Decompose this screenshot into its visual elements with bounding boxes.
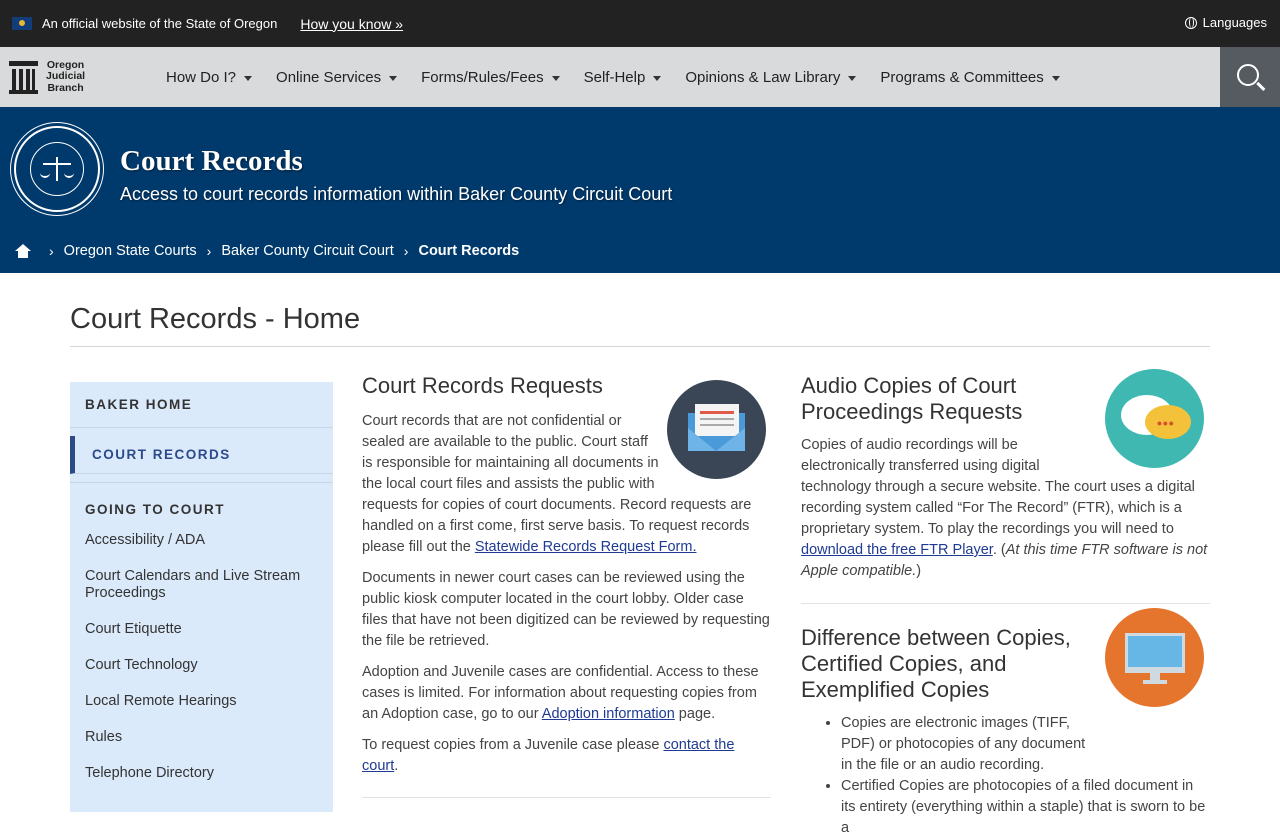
paragraph: Adoption and Juvenile cases are confiden… — [362, 664, 759, 722]
nav-item-self-help[interactable]: Self-Help — [584, 69, 662, 86]
chevron-down-icon — [1051, 75, 1060, 81]
official-text: An official website of the State of Oreg… — [42, 16, 278, 31]
chevron-right-icon: › — [403, 243, 409, 259]
chevron-down-icon — [848, 75, 857, 81]
chevron-down-icon — [551, 75, 560, 81]
chevron-down-icon — [653, 75, 662, 81]
sidebar-item-accessibility[interactable]: Accessibility / ADA — [85, 532, 318, 549]
paragraph: To request copies from a Juvenile case p… — [362, 737, 735, 774]
chevron-right-icon: › — [49, 243, 54, 259]
sidebar-group-going-to-court[interactable]: GOING TO COURT — [70, 483, 333, 517]
sidebar-item-court-etiquette[interactable]: Court Etiquette — [85, 621, 318, 638]
divider — [801, 603, 1210, 604]
nav-item-forms-rules-fees[interactable]: Forms/Rules/Fees — [421, 69, 560, 86]
oregon-flag-icon — [12, 17, 32, 30]
nav-item-opinions-law-library[interactable]: Opinions & Law Library — [685, 69, 857, 86]
sidebar-item-rules[interactable]: Rules — [85, 729, 318, 746]
languages-button[interactable]: Languages — [1184, 15, 1267, 30]
sidebar-item-court-technology[interactable]: Court Technology — [85, 657, 318, 674]
nav-item-programs-committees[interactable]: Programs & Committees — [880, 69, 1060, 86]
breadcrumb: › Oregon State Courts › Baker County Cir… — [15, 243, 519, 259]
main-nav: Oregon Judicial Branch How Do I? Online … — [0, 47, 1280, 107]
sidebar-item-court-calendars[interactable]: Court Calendars and Live Stream Proceedi… — [85, 568, 318, 602]
divider — [362, 797, 771, 798]
envelope-icon — [667, 380, 766, 479]
sidebar-item-baker-home[interactable]: BAKER HOME — [70, 382, 333, 428]
ojd-logo[interactable]: Oregon Judicial Branch — [0, 58, 166, 95]
nav-item-how-do-i[interactable]: How Do I? — [166, 69, 253, 86]
monitor-icon — [1105, 608, 1204, 707]
breadcrumb-oregon-state-courts[interactable]: Oregon State Courts — [64, 243, 197, 259]
list-item: Copies are electronic images (TIFF, PDF)… — [841, 713, 1210, 776]
download-ftr-player-link[interactable]: download the free FTR Player — [801, 542, 993, 558]
sidebar-item-court-records[interactable]: COURT RECORDS — [70, 436, 333, 474]
list-item: Certified Copies are photocopies of a fi… — [841, 776, 1210, 839]
chevron-down-icon — [244, 75, 253, 81]
languages-label: Languages — [1202, 15, 1267, 30]
header-title: Court Records — [120, 145, 303, 177]
breadcrumb-current: Court Records — [418, 243, 520, 259]
globe-icon — [1184, 16, 1197, 29]
page-title: Court Records - Home — [70, 303, 361, 335]
header-subtitle: Access to court records information with… — [120, 184, 673, 204]
judicial-department-seal-icon — [14, 126, 100, 212]
search-button[interactable] — [1220, 47, 1280, 107]
breadcrumb-baker-county[interactable]: Baker County Circuit Court — [221, 243, 393, 259]
sidebar: BAKER HOME COURT RECORDS GOING TO COURT … — [70, 382, 333, 812]
official-banner: An official website of the State of Oreg… — [0, 0, 1280, 47]
right-column: ••• Audio Copies of Court Proceedings Re… — [801, 369, 1210, 839]
home-icon[interactable] — [15, 244, 31, 258]
sidebar-item-local-remote-hearings[interactable]: Local Remote Hearings — [85, 693, 318, 710]
logo-text: Oregon Judicial Branch — [46, 58, 86, 94]
nav-menu: How Do I? Online Services Forms/Rules/Fe… — [166, 69, 1084, 86]
chevron-down-icon — [389, 75, 398, 81]
how-you-know-link[interactable]: How you know » — [300, 16, 403, 32]
search-icon — [1236, 63, 1259, 86]
records-request-form-link[interactable]: Statewide Records Request Form. — [475, 539, 697, 555]
paragraph: Documents in newer court cases can be re… — [362, 570, 770, 649]
copies-list: Copies are electronic images (TIFF, PDF)… — [801, 713, 1210, 839]
nav-item-online-services[interactable]: Online Services — [276, 69, 398, 86]
divider — [70, 346, 1210, 347]
chevron-right-icon: › — [206, 243, 212, 259]
records-requests-section: Court Records Requests Court records tha… — [362, 373, 771, 798]
chat-bubbles-icon: ••• — [1105, 369, 1204, 468]
sidebar-links: Accessibility / ADA Court Calendars and … — [70, 532, 333, 782]
courthouse-pillar-icon — [9, 60, 38, 94]
adoption-information-link[interactable]: Adoption information — [542, 706, 675, 722]
sidebar-item-telephone-directory[interactable]: Telephone Directory — [85, 765, 318, 782]
page-header: Court Records Access to court records in… — [0, 107, 1280, 273]
sidebar-current-wrap: COURT RECORDS — [70, 436, 333, 483]
